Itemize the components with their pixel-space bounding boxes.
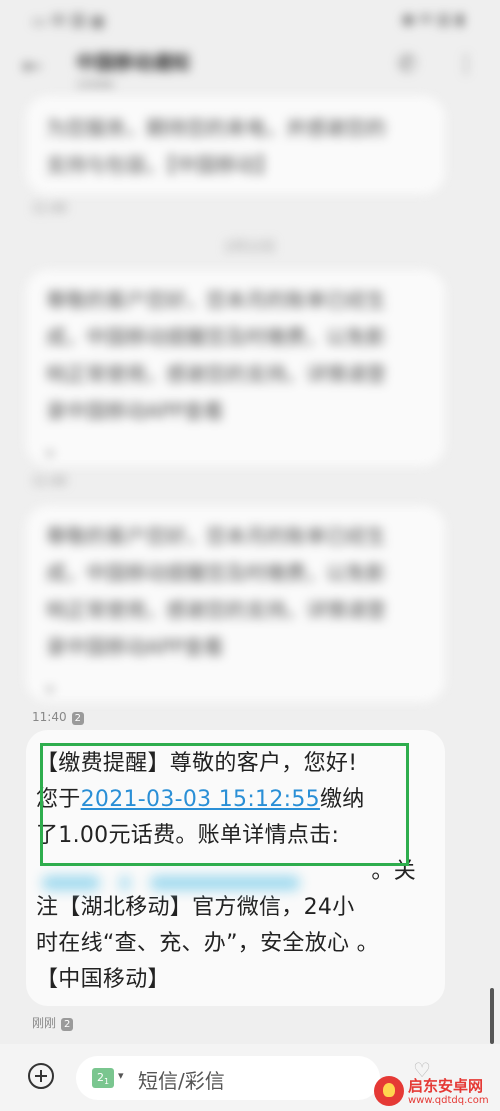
message-line: 响正常使用，感谢您的支持。详情请登 (46, 598, 386, 622)
message-bubble[interactable]: 尊敬的客户您好，您本月的账单已经生 成，中国移动提醒您及时缴费，以免影 响正常使… (26, 506, 445, 702)
message-line: 时在线“查、充、办”，安全放心 。 (36, 931, 379, 956)
conversation-title: 中国移动通知 (76, 52, 191, 74)
message-line: 。 (46, 672, 66, 696)
message-line: 。 (46, 436, 66, 460)
message-line: 为您服务，期待您的来电，并感谢您的 (46, 116, 386, 140)
message-bubble[interactable]: 为您服务，期待您的来电，并感谢您的 支持与包容。【中国移动】 (26, 96, 445, 194)
message-input[interactable]: 21 ▾ 短信/彩信 (76, 1056, 380, 1100)
message-time: 刚刚 (32, 1016, 57, 1030)
site-watermark: 启东安卓网 www.qdtdq.com (372, 1074, 500, 1111)
arrow-left-icon[interactable]: ← (22, 52, 42, 80)
message-time: 11:40 (32, 710, 67, 724)
date-separator: 2月12日 (224, 240, 276, 255)
message-line: 【中国移动】 (36, 967, 170, 992)
message-meta: 刚刚 2 (32, 1014, 74, 1031)
message-line: 成，中国移动提醒您及时缴费，以免影 (46, 325, 386, 349)
message-bubble[interactable]: 尊敬的客户您好，您本月的账单已经生 成，中国移动提醒您及时缴费，以免影 响正常使… (26, 270, 445, 466)
message-line: 录中国移动APP查看 (46, 399, 224, 423)
message-meta: 11:40 2 (32, 710, 84, 725)
watermark-name: 启东安卓网 (408, 1077, 484, 1095)
more-vertical-icon[interactable]: ⋮ (455, 52, 477, 77)
message-time: 11:40 (32, 201, 67, 215)
message-line: 尊敬的客户您好，您本月的账单已经生 (46, 524, 386, 548)
chevron-down-icon[interactable]: ▾ (118, 1069, 124, 1082)
sim-card-icon[interactable]: 21 (92, 1068, 114, 1088)
message-line: 录中国移动APP查看 (46, 635, 224, 659)
conversation-subtitle: 10086 (76, 78, 115, 92)
phone-icon[interactable]: ✆ (398, 52, 416, 77)
bill-link-blurred[interactable] (42, 868, 342, 898)
message-time: 11:40 (32, 474, 67, 488)
status-bar: ▭ 中 国 ▦ ◉ ✉ ▥ ▮ (0, 0, 500, 38)
conversation-header: ← 中国移动通知 10086 ✆ ⋮ (0, 38, 500, 98)
sim-badge: 2 (71, 712, 84, 725)
highlight-box (40, 743, 409, 866)
message-line: 尊敬的客户您好，您本月的账单已经生 (46, 288, 386, 312)
status-right-icons: ◉ ✉ ▥ ▮ (401, 10, 464, 28)
message-input-placeholder: 短信/彩信 (138, 1069, 225, 1093)
add-attachment-icon[interactable] (28, 1063, 54, 1089)
message-line: 成，中国移动提醒您及时缴费，以免影 (46, 561, 386, 585)
message-line: 支持与包容。【中国移动】 (46, 153, 276, 177)
scrollbar[interactable] (490, 988, 494, 1044)
message-line: 响正常使用，感谢您的支持。详情请登 (46, 362, 386, 386)
status-left-icons: ▭ 中 国 ▦ (32, 12, 105, 30)
sim-badge: 2 (61, 1018, 74, 1031)
watermark-url: www.qdtdq.com (408, 1095, 489, 1106)
watermark-logo-icon (374, 1076, 404, 1106)
